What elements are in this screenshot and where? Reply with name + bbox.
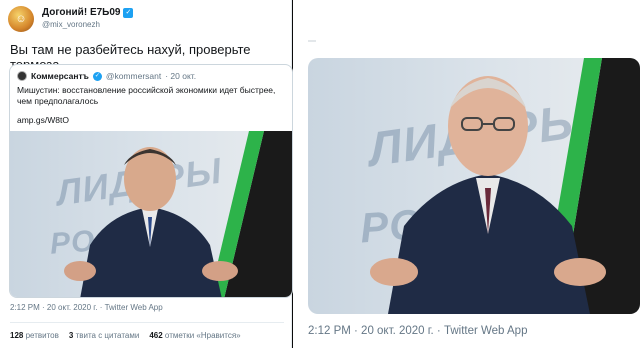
retweets-count: 128 bbox=[10, 331, 24, 340]
retweets-label: ретвитов bbox=[25, 331, 59, 340]
likes-count: 462 bbox=[149, 331, 163, 340]
author-name-row[interactable]: Догоний! Е7Ь09 ✓ bbox=[42, 7, 134, 19]
author-name[interactable]: Догоний! Е7Ь09 bbox=[42, 7, 120, 19]
edited-meta[interactable]: 2:12 PM · 20 окт. 2020 г. · Twitter Web … bbox=[308, 325, 527, 337]
quoted-text: Мишустин: восстановление российской экон… bbox=[17, 85, 276, 106]
tweet-stats: 128 ретвитов 3 твита с цитатами 462 отме… bbox=[10, 331, 241, 340]
tweet-panel: ☺ Догоний! Е7Ь09 ✓ @mix_voronezh Вы там … bbox=[0, 0, 293, 348]
retweets-stat[interactable]: 128 ретвитов bbox=[10, 331, 59, 340]
edited-photo[interactable]: ЛИДЕРЫ РОССИИ bbox=[308, 58, 640, 314]
tweet-header: ☺ Догоний! Е7Ь09 ✓ @mix_voronezh bbox=[8, 6, 134, 32]
avatar[interactable]: ☺ bbox=[8, 6, 34, 32]
likes-label: отметки «Нравится» bbox=[164, 331, 241, 340]
quoted-link[interactable]: amp.gs/W8tO bbox=[17, 115, 69, 125]
likes-stat[interactable]: 462 отметки «Нравится» bbox=[149, 331, 240, 340]
quoted-photo[interactable]: ЛИДЕРЫ РОССИИ bbox=[10, 131, 292, 297]
quoted-avatar bbox=[17, 71, 27, 81]
tweet-meta[interactable]: 2:12 PM · 20 окт. 2020 г. · Twitter Web … bbox=[10, 303, 163, 312]
quotes-stat[interactable]: 3 твита с цитатами bbox=[69, 331, 139, 340]
quoted-date: · 20 окт. bbox=[165, 71, 197, 81]
speaker-figure bbox=[370, 76, 606, 314]
badge-icon: ✓ bbox=[123, 8, 134, 18]
author-handle[interactable]: @mix_voronezh bbox=[42, 19, 133, 31]
quotes-label: твита с цитатами bbox=[75, 331, 140, 340]
quoted-author-name: Коммерсантъ bbox=[31, 71, 89, 81]
verified-icon: ✓ bbox=[92, 71, 102, 81]
quotes-count: 3 bbox=[68, 331, 74, 340]
quoted-tweet[interactable]: Коммерсантъ ✓ @kommersant · 20 окт. Мишу… bbox=[9, 64, 293, 298]
faint-mark bbox=[308, 40, 316, 42]
quoted-header: Коммерсантъ ✓ @kommersant · 20 окт. bbox=[17, 71, 196, 81]
divider bbox=[10, 322, 284, 323]
author-block: Догоний! Е7Ь09 ✓ @mix_voronezh bbox=[42, 7, 134, 31]
quoted-author-handle: @kommersant bbox=[105, 71, 162, 81]
speaker-figure bbox=[64, 147, 238, 297]
